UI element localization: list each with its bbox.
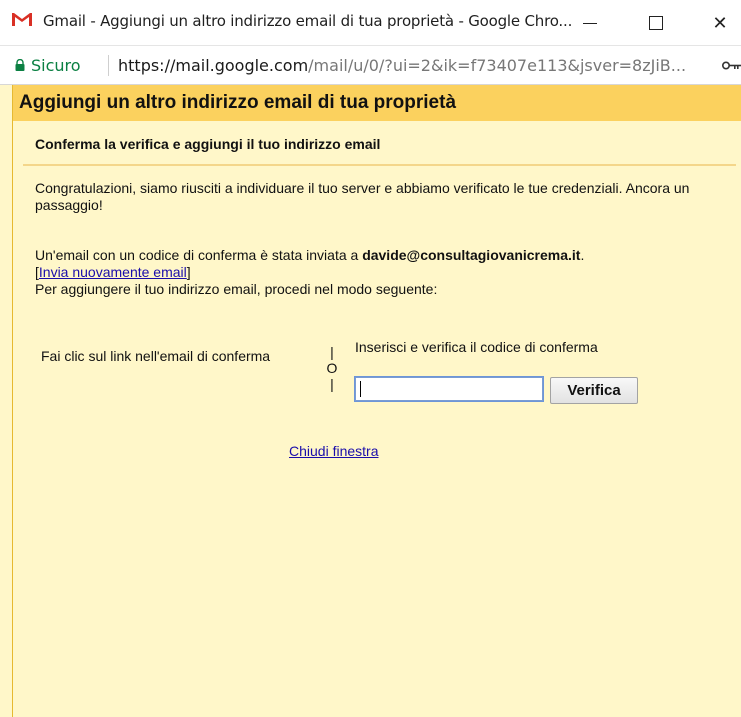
dialog-title: Aggiungi un altro indirizzo email di tua… — [19, 92, 457, 113]
or-separator: | O | — [325, 344, 339, 392]
close-window-button[interactable]: ✕ — [700, 6, 740, 40]
window-title: Gmail - Aggiungi un altro indirizzo emai… — [43, 12, 573, 30]
maximize-icon — [649, 16, 663, 30]
close-icon: ✕ — [712, 12, 728, 34]
url-text[interactable]: https://mail.google.com/mail/u/0/?ui=2&i… — [118, 56, 686, 75]
or-bar-bottom: | — [330, 376, 334, 392]
key-icon[interactable] — [722, 61, 741, 70]
email-address: davide@consultagiovanicrema.it — [362, 247, 581, 263]
window-titlebar: Gmail - Aggiungi un altro indirizzo emai… — [0, 0, 741, 46]
confirmation-code-input[interactable] — [354, 376, 544, 402]
confirmation-message: Un'email con un codice di conferma è sta… — [35, 247, 725, 298]
secure-label: Sicuro — [31, 56, 81, 75]
maximize-button[interactable] — [636, 6, 676, 40]
url-host: https://mail.google.com — [118, 56, 309, 75]
congrats-text: Congratulazioni, siamo riusciti a indivi… — [35, 180, 690, 213]
url-path: /mail/u/0/?ui=2&ik=f73407e113&jsver=8zJi… — [308, 56, 687, 75]
address-bar[interactable]: Sicuro https://mail.google.com/mail/u/0/… — [0, 46, 741, 85]
minimize-button[interactable] — [570, 6, 610, 40]
minimize-icon — [583, 22, 597, 24]
resend-close-bracket: ] — [186, 264, 191, 280]
subtitle-divider — [23, 164, 736, 166]
sent-prefix: Un'email con un codice di conferma è sta… — [35, 247, 363, 263]
text-caret — [360, 381, 361, 397]
or-bar-top: | — [330, 344, 334, 360]
option-click-link: Fai clic sul link nell'email di conferma — [41, 348, 271, 364]
address-divider — [108, 55, 109, 76]
dialog-content: Conferma la verifica e aggiungi il tuo i… — [12, 121, 741, 717]
verify-button[interactable]: Verifica — [550, 377, 638, 404]
gmail-logo-icon — [11, 11, 33, 27]
dialog-header: Aggiungi un altro indirizzo email di tua… — [12, 85, 741, 121]
option-enter-code: Inserisci e verifica il codice di confer… — [355, 339, 598, 355]
instruction-text: Per aggiungere il tuo indirizzo email, p… — [35, 281, 438, 297]
resend-email-link[interactable]: Invia nuovamente email — [39, 264, 187, 280]
lock-icon — [15, 59, 25, 71]
or-text: O — [326, 360, 338, 376]
close-window-link[interactable]: Chiudi finestra — [289, 443, 379, 459]
dialog-subtitle: Conferma la verifica e aggiungi il tuo i… — [35, 136, 381, 152]
sent-suffix: . — [580, 247, 585, 263]
